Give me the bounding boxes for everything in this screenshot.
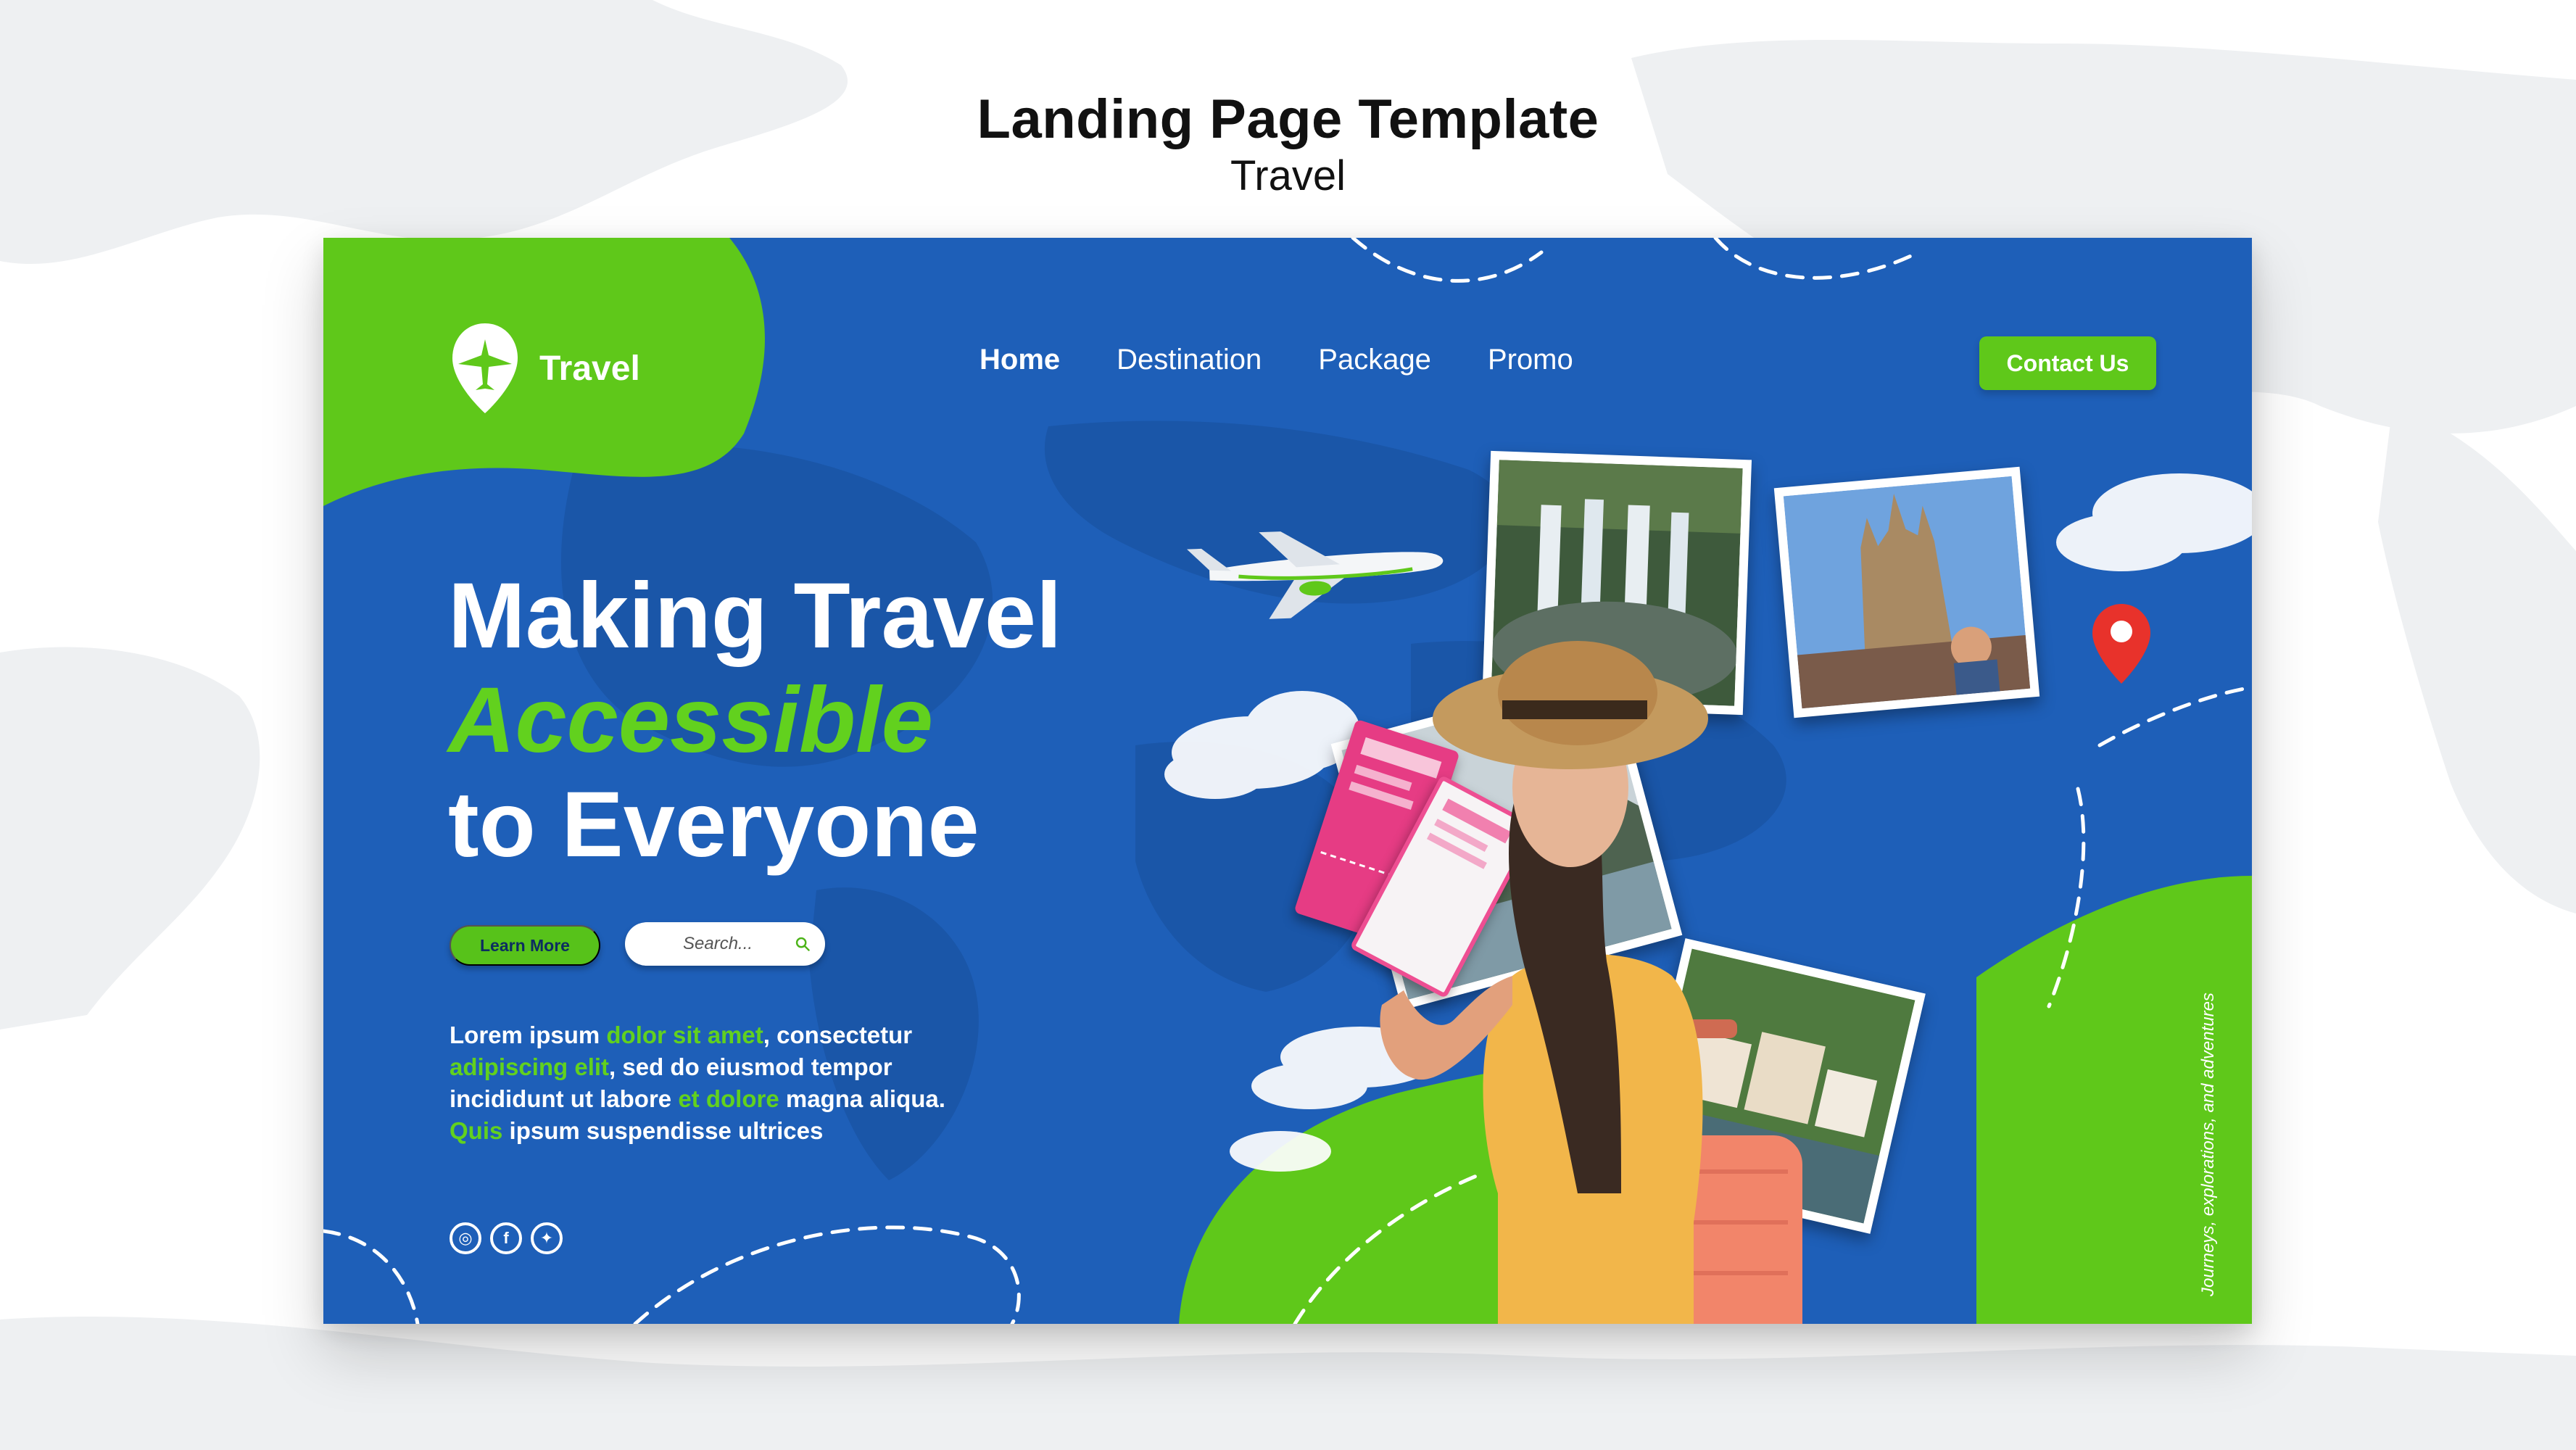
page-subtitle: Travel <box>1230 152 1346 199</box>
facebook-icon[interactable]: f <box>490 1222 522 1254</box>
nav-home[interactable]: Home <box>980 344 1060 376</box>
learn-more-button[interactable]: Learn More <box>450 925 600 966</box>
nav-destination[interactable]: Destination <box>1117 344 1262 376</box>
body-text: Lorem ipsum <box>450 1022 607 1048</box>
instagram-icon[interactable]: ◎ <box>450 1222 481 1254</box>
body-highlight: adipiscing elit <box>450 1053 610 1080</box>
brand-name: Travel <box>539 349 640 388</box>
body-highlight: Quis <box>450 1117 503 1144</box>
hero-description: Lorem ipsum dolor sit amet, consectetur a… <box>450 1019 972 1147</box>
contact-us-button[interactable]: Contact Us <box>1979 336 2156 390</box>
body-text: , consectetur <box>763 1022 913 1048</box>
traveler-woman-illustration <box>1380 641 1802 1324</box>
page-title: Landing Page Template <box>977 88 1599 150</box>
vertical-tagline: Journeys, explorations, and adventures <box>2198 993 2218 1296</box>
social-links: ◎ f ✦ <box>450 1222 563 1254</box>
page-heading: Landing Page Template Travel <box>0 87 2576 200</box>
twitter-icon[interactable]: ✦ <box>531 1222 563 1254</box>
body-text: ipsum suspendisse ultrices <box>502 1117 824 1144</box>
hero-line-1: Making Travel <box>448 564 1062 668</box>
nav-package[interactable]: Package <box>1318 344 1431 376</box>
search-input[interactable] <box>683 934 784 954</box>
search-icon[interactable] <box>795 931 811 957</box>
landing-page-mockup: Travel Home Destination Package Promo Co… <box>323 238 2252 1324</box>
airplane-pin-icon <box>452 323 518 413</box>
body-text: magna aliqua. <box>779 1085 945 1112</box>
nav-promo[interactable]: Promo <box>1488 344 1573 376</box>
hero-headline: Making Travel Accessible to Everyone <box>448 564 1062 877</box>
search-bar <box>625 922 825 966</box>
brand-logo[interactable]: Travel <box>445 318 640 419</box>
main-navigation: Home Destination Package Promo <box>980 344 1630 376</box>
hero-line-2: Accessible <box>448 668 933 772</box>
body-highlight: et dolore <box>678 1085 779 1112</box>
body-highlight: dolor sit amet <box>606 1022 763 1048</box>
hero-line-3: to Everyone <box>448 773 980 877</box>
